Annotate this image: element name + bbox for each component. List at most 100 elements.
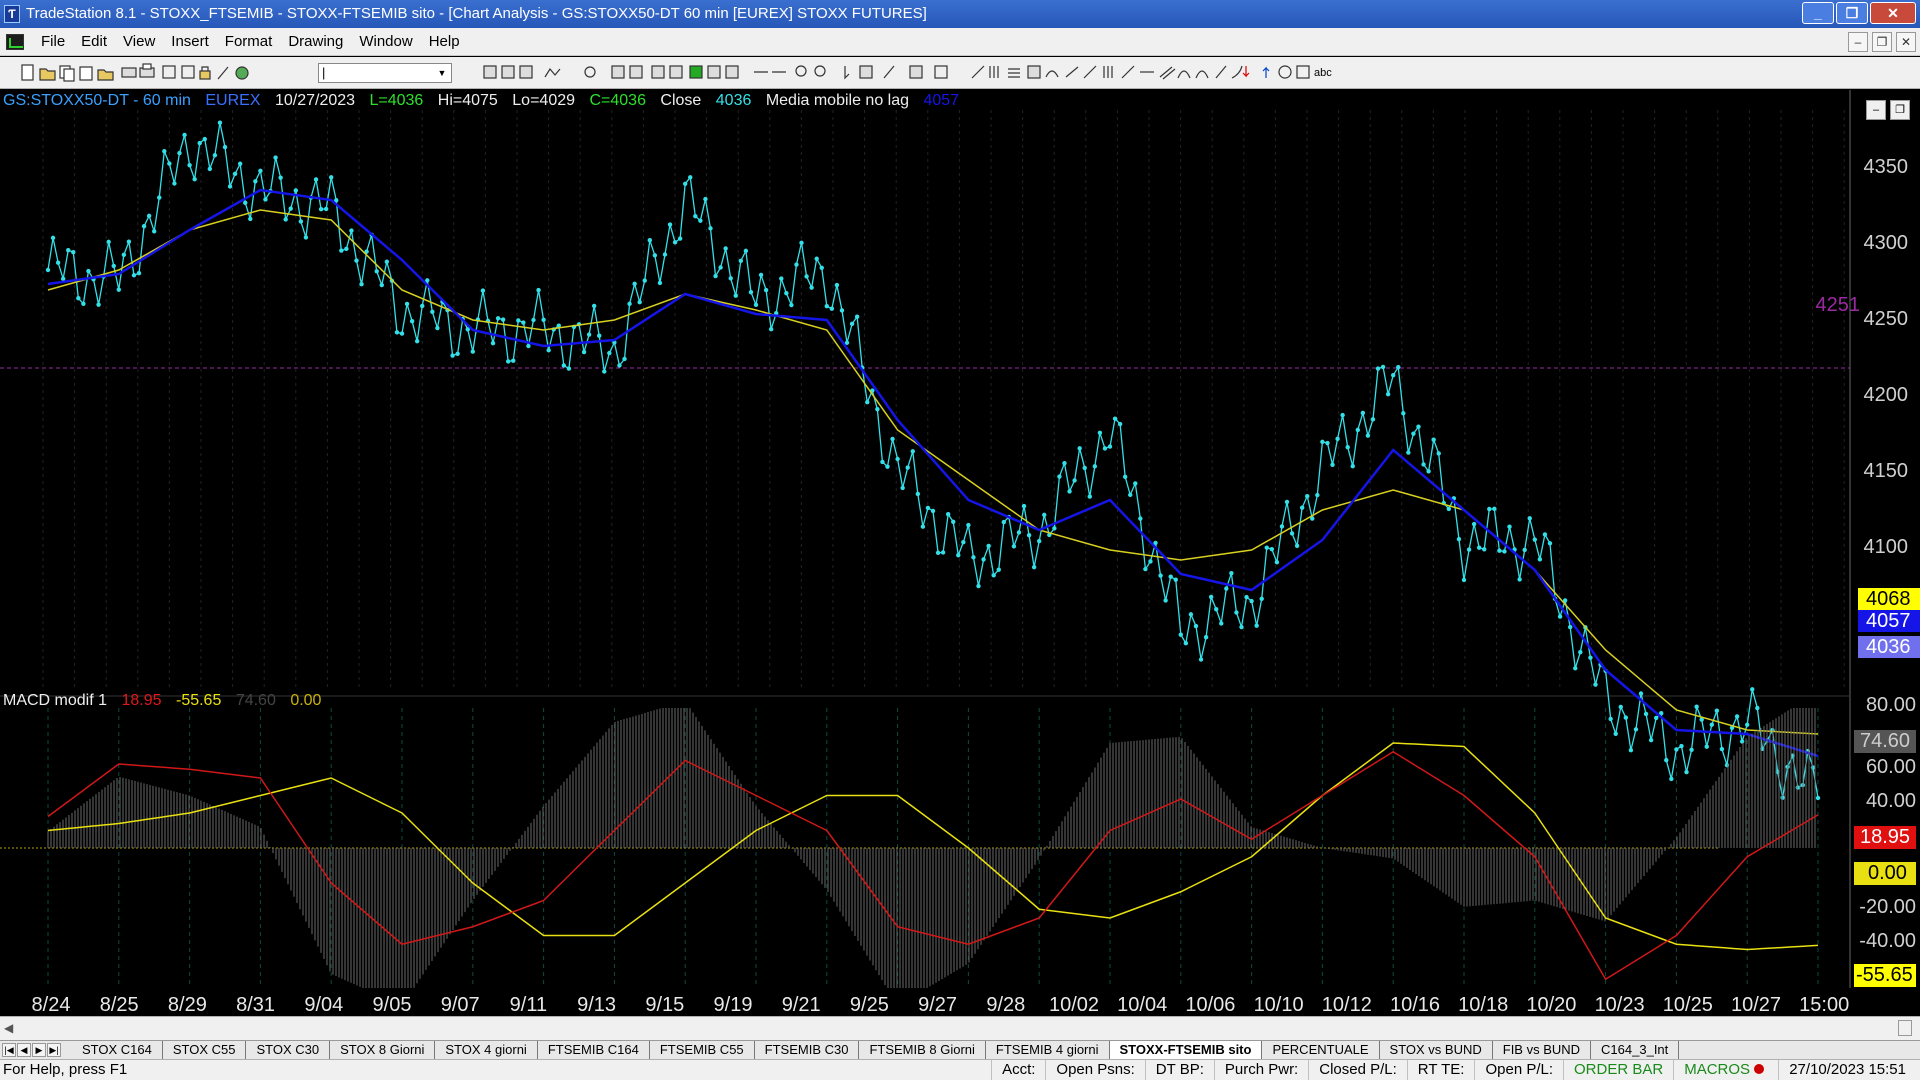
price-point [839,308,845,313]
price-point [991,573,996,578]
menu-view[interactable]: View [115,28,163,56]
price-point [1633,727,1639,732]
chart-icons[interactable] [483,65,1310,80]
tab-ftsemib-c30[interactable]: FTSEMIB C30 [755,1041,860,1059]
tab-first-button[interactable]: |◀ [2,1043,16,1057]
pane-restore-button[interactable]: ❐ [1890,100,1910,120]
price-point [1284,499,1290,505]
order-bar-button[interactable]: ORDER BAR [1563,1060,1673,1080]
price-point [329,175,334,180]
horizontal-scrollbar[interactable]: ◀ [0,1016,1920,1040]
price-point [1704,744,1709,749]
price-point [1208,594,1214,600]
chart-window-icon[interactable] [6,34,24,50]
price-point [1158,573,1163,578]
tab-percentuale[interactable]: PERCENTUALE [1262,1041,1380,1059]
price-point [136,270,142,276]
tools-icon[interactable] [217,66,229,80]
menu-help[interactable]: Help [421,28,468,56]
symbol-combo[interactable]: | ▼ [318,63,452,83]
lock-icon[interactable] [199,66,211,80]
menu-insert[interactable]: Insert [163,28,217,56]
refresh-icon[interactable] [162,65,176,79]
print-preview-icon[interactable] [121,67,137,78]
tab-stox-c55[interactable]: STOX C55 [163,1041,247,1059]
price-point [743,248,749,254]
menu-window[interactable]: Window [351,28,420,56]
tab-ftsemib-c164[interactable]: FTSEMIB C164 [538,1041,650,1059]
tab-c164-3-int[interactable]: C164_3_Int [1591,1041,1680,1059]
open-workspace-icon[interactable] [97,69,114,81]
tab-ftsemib-8-giorni[interactable]: FTSEMIB 8 Giorni [859,1041,986,1059]
chart-low: Lo=4029 [512,92,576,109]
copy-windows-icon[interactable] [59,65,75,82]
open-folder-icon[interactable] [39,68,56,81]
menu-edit[interactable]: Edit [73,28,115,56]
scroll-left-icon[interactable]: ◀ [4,1021,13,1035]
chart-last: L=4036 [369,92,424,109]
new-workspace-icon[interactable] [79,66,93,81]
date-tick: 10/18 [1458,994,1509,1016]
macros-label: MACROS [1684,1061,1751,1078]
price-point [248,216,253,222]
tab-last-button[interactable]: ▶| [47,1043,61,1057]
price-point [298,219,304,224]
chevron-down-icon[interactable]: ▼ [435,66,449,80]
macro-icon[interactable] [235,66,249,80]
price-point [511,358,516,363]
price-point [258,168,263,173]
price-point [1471,521,1477,527]
macros-button[interactable]: MACROS [1673,1060,1778,1080]
child-minimize-button[interactable]: – [1848,32,1868,52]
price-point [182,132,187,138]
close-button[interactable]: ✕ [1870,2,1916,24]
tab-stox-vs-bund[interactable]: STOX vs BUND [1380,1041,1493,1059]
price-point [768,326,774,332]
maximize-button[interactable]: ❐ [1836,2,1868,24]
price-point [1031,564,1037,570]
tab-stoxx-ftsemib-sito[interactable]: STOXX-FTSEMIB sito [1109,1041,1263,1059]
tab-ftsemib-4-giorni[interactable]: FTSEMIB 4 giorni [986,1041,1110,1059]
tab-stox-c164[interactable]: STOX C164 [72,1041,163,1059]
price-point [303,235,309,240]
tab-fib-vs-bund[interactable]: FIB vs BUND [1493,1041,1592,1059]
menu-format[interactable]: Format [217,28,281,56]
child-close-button[interactable]: ✕ [1896,32,1916,52]
price-point [162,149,167,154]
minimize-button[interactable]: _ [1802,2,1834,24]
price-point [1107,444,1113,449]
dt-bp-field: DT BP: [1144,1060,1214,1080]
price-point [880,459,885,465]
tab-next-button[interactable]: ▶ [32,1043,46,1057]
tab-stox-c30[interactable]: STOX C30 [246,1041,331,1059]
price-point [683,181,688,187]
price-point [1370,417,1376,422]
price-point [66,247,71,253]
chart-canvas[interactable] [0,90,1920,1020]
price-point [642,278,647,283]
scroll-thumb[interactable] [1898,1020,1912,1036]
tab-prev-button[interactable]: ◀ [17,1043,31,1057]
price-box-yellow: 4068 [1858,588,1920,610]
print-icon[interactable] [139,63,155,78]
datetime-field: 27/10/2023 15:51 [1778,1060,1916,1080]
price-point [920,524,926,529]
price-point [1648,737,1654,743]
price-point [1229,570,1234,576]
tab-stox-4-giorni[interactable]: STOX 4 giorni [435,1041,538,1059]
date-tick: 9/25 [849,994,889,1016]
tab-ftsemib-c55[interactable]: FTSEMIB C55 [650,1041,755,1059]
price-point [1294,543,1300,549]
price-point [1188,612,1194,617]
layout-icon[interactable] [181,65,195,79]
price-point [829,306,835,311]
menu-file[interactable]: File [33,28,73,56]
chart-window[interactable]: GS:STOXX50-DT - 60 min EUREX 10/27/2023 … [0,90,1920,1020]
new-file-icon[interactable] [21,64,34,81]
tab-stox-8-giorni[interactable]: STOX 8 Giorni [330,1041,436,1059]
date-tick: 9/19 [713,994,753,1016]
menu-drawing[interactable]: Drawing [280,28,351,56]
price-point [71,249,76,255]
child-restore-button[interactable]: ❐ [1872,32,1892,52]
pane-minimize-button[interactable]: – [1866,100,1886,120]
